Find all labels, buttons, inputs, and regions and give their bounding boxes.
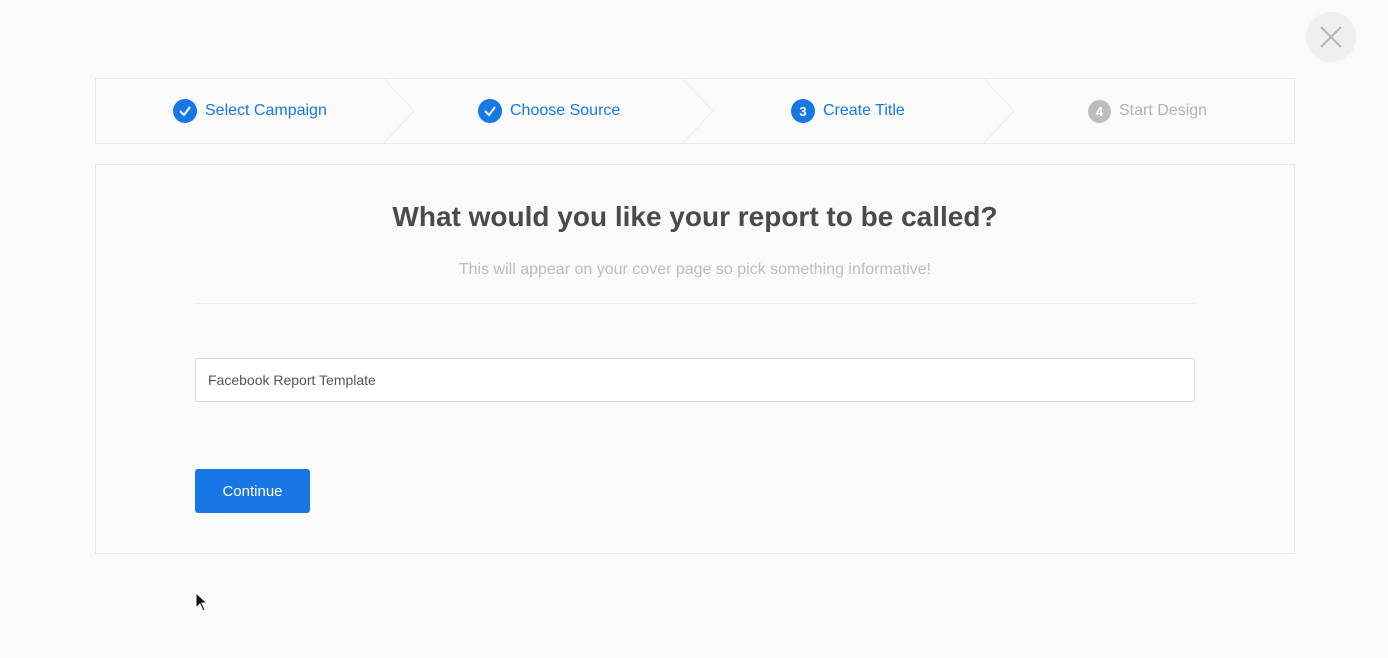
report-title-input[interactable] <box>195 358 1195 402</box>
step-label: Select Campaign <box>205 102 327 119</box>
chevron-separator <box>384 79 415 143</box>
step-number-badge: 3 <box>791 99 815 123</box>
step-start-design[interactable]: 4 Start Design <box>1088 79 1207 143</box>
mouse-pointer-icon <box>195 592 207 612</box>
title-form-card: What would you like your report to be ca… <box>95 164 1295 554</box>
step-select-campaign[interactable]: Select Campaign <box>173 79 327 143</box>
close-button[interactable] <box>1306 12 1356 62</box>
step-label: Choose Source <box>510 102 621 119</box>
step-choose-source[interactable]: Choose Source <box>478 79 620 143</box>
step-create-title[interactable]: 3 Create Title <box>791 79 905 143</box>
check-icon <box>173 99 197 123</box>
close-icon <box>1320 26 1342 48</box>
chevron-separator <box>683 79 714 143</box>
step-number-badge: 4 <box>1088 99 1111 123</box>
progress-steps: Select Campaign Choose Source 3 Create T… <box>95 78 1295 144</box>
continue-button[interactable]: Continue <box>195 469 310 513</box>
page-subtitle: This will appear on your cover page so p… <box>458 261 932 278</box>
check-icon <box>478 99 502 123</box>
step-label: Create Title <box>823 102 905 119</box>
step-label: Start Design <box>1119 102 1208 119</box>
divider <box>195 303 1195 304</box>
page-title: What would you like your report to be ca… <box>392 201 998 232</box>
chevron-separator <box>984 79 1015 143</box>
